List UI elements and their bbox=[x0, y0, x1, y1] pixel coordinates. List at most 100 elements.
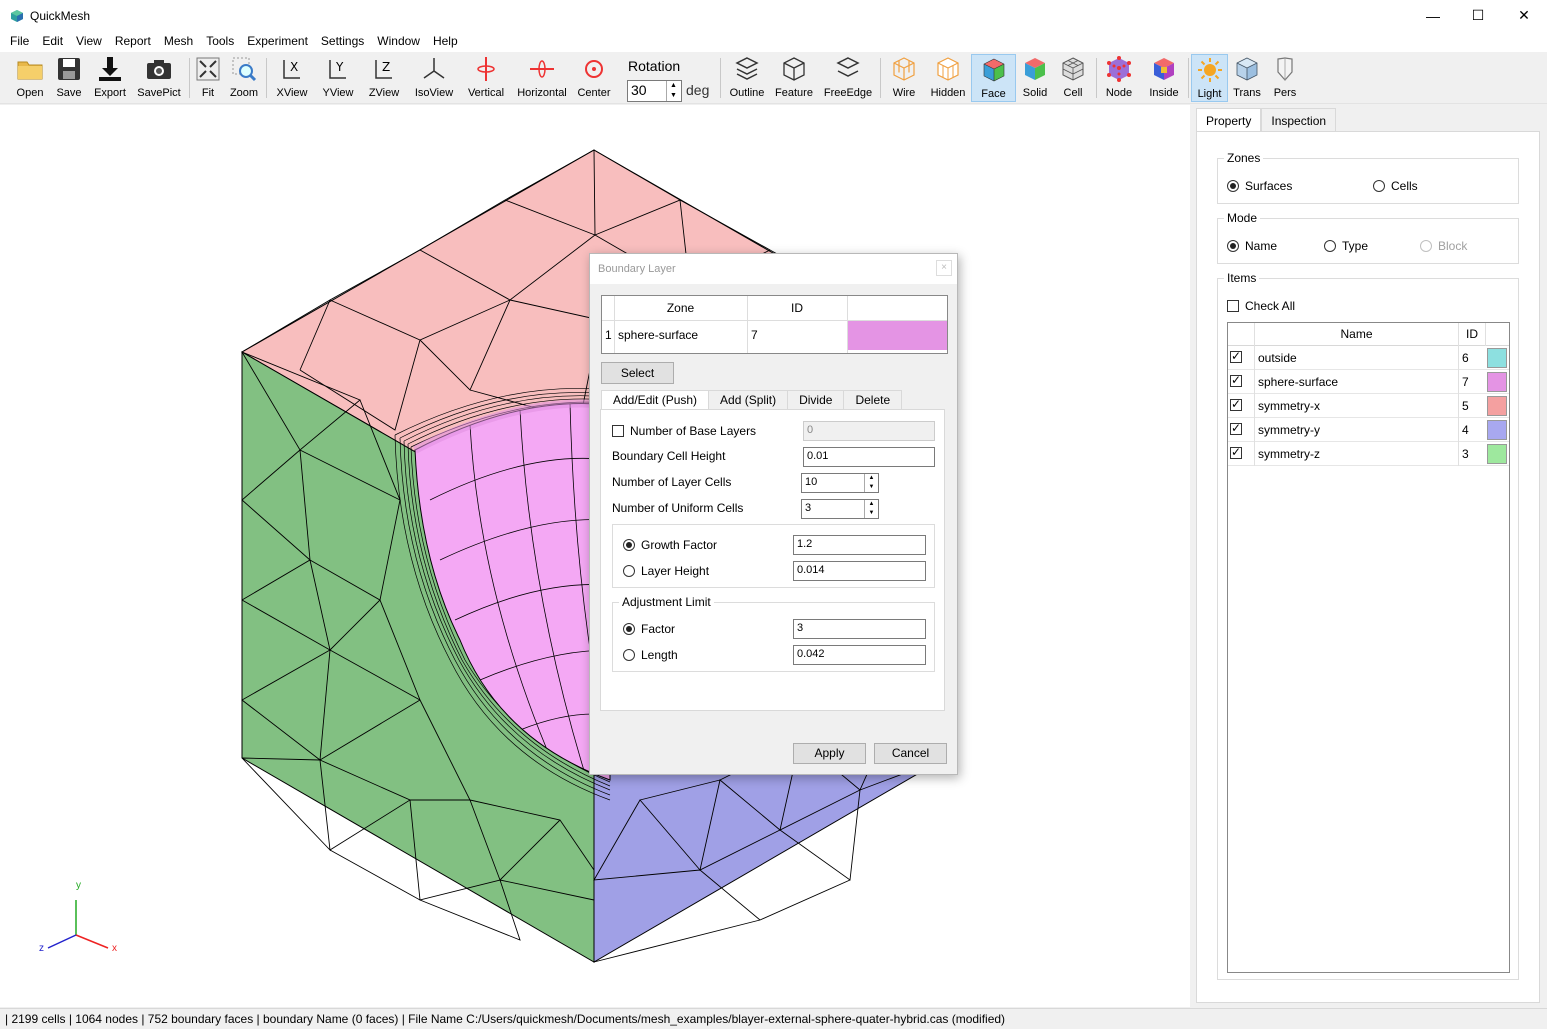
factor-input[interactable]: 3 bbox=[793, 619, 926, 639]
col-id-header[interactable]: ID bbox=[1459, 323, 1486, 346]
color-swatch[interactable] bbox=[1487, 372, 1507, 392]
color-swatch[interactable] bbox=[1487, 444, 1507, 464]
layer-height-radio[interactable]: Layer Height bbox=[623, 564, 709, 578]
zone-color-swatch[interactable] bbox=[848, 321, 947, 350]
inside-button[interactable]: Inside bbox=[1145, 54, 1183, 102]
name-radio[interactable]: Name bbox=[1227, 239, 1277, 253]
row-checkbox[interactable] bbox=[1230, 421, 1242, 435]
zone-name-cell[interactable]: sphere-surface bbox=[618, 320, 698, 350]
check-all-checkbox[interactable]: Check All bbox=[1227, 299, 1295, 313]
feature-button[interactable]: Feature bbox=[773, 54, 815, 102]
trans-button[interactable]: Trans bbox=[1230, 54, 1264, 102]
type-radio[interactable]: Type bbox=[1324, 239, 1368, 253]
hidden-button[interactable]: Hidden bbox=[928, 54, 968, 102]
row-checkbox[interactable] bbox=[1230, 373, 1242, 387]
menu-view[interactable]: View bbox=[69, 31, 108, 52]
menu-experiment[interactable]: Experiment bbox=[240, 31, 314, 52]
cell-button[interactable]: Cell bbox=[1057, 54, 1089, 102]
growth-factor-radio[interactable]: Growth Factor bbox=[623, 538, 717, 552]
maximize-button[interactable]: ☐ bbox=[1455, 0, 1501, 31]
row-checkbox[interactable] bbox=[1230, 397, 1242, 411]
open-button[interactable]: Open bbox=[13, 54, 47, 102]
col-id-header[interactable]: ID bbox=[747, 296, 847, 320]
cell-height-input[interactable]: 0.01 bbox=[803, 447, 935, 467]
tab-delete[interactable]: Delete bbox=[843, 390, 903, 410]
tab-inspection[interactable]: Inspection bbox=[1261, 108, 1337, 132]
solid-button[interactable]: Solid bbox=[1018, 54, 1052, 102]
color-swatch[interactable] bbox=[1487, 420, 1507, 440]
base-layers-checkbox[interactable]: Number of Base Layers bbox=[612, 424, 756, 438]
wire-button[interactable]: Wire bbox=[886, 54, 922, 102]
tab-property[interactable]: Property bbox=[1196, 108, 1262, 132]
mode-group: Mode Name Type Block bbox=[1217, 211, 1519, 264]
close-button[interactable]: ✕ bbox=[1501, 0, 1547, 31]
layer-height-input[interactable]: 0.014 bbox=[793, 561, 926, 581]
center-button[interactable]: Center bbox=[575, 54, 613, 102]
layer-cells-spinner[interactable]: ▲ ▼ bbox=[864, 474, 878, 492]
solid-cube-icon bbox=[1025, 58, 1045, 80]
tab-add-split[interactable]: Add (Split) bbox=[708, 390, 789, 410]
status-bar: | 2199 cells | 1064 nodes | 752 boundary… bbox=[0, 1008, 1547, 1029]
face-button[interactable]: Face bbox=[971, 54, 1016, 102]
table-row[interactable]: sphere-surface 7 bbox=[1228, 370, 1509, 394]
tab-add-edit-push[interactable]: Add/Edit (Push) bbox=[601, 390, 710, 410]
length-input[interactable]: 0.042 bbox=[793, 645, 926, 665]
node-button[interactable]: Node bbox=[1101, 54, 1137, 102]
dialog-close-icon[interactable]: × bbox=[936, 260, 952, 276]
adjustment-limit-group: Adjustment Limit Factor 3 Length 0.042 bbox=[612, 595, 935, 672]
menu-help[interactable]: Help bbox=[426, 31, 464, 52]
uniform-cells-spinner[interactable]: ▲ ▼ bbox=[864, 500, 878, 518]
horizontal-rotate-button[interactable]: Horizontal bbox=[514, 54, 570, 102]
outline-button[interactable]: Outline bbox=[727, 54, 767, 102]
growth-factor-input[interactable]: 1.2 bbox=[793, 535, 926, 555]
dialog-title: Boundary Layer bbox=[598, 263, 676, 275]
yview-button[interactable]: Y YView bbox=[319, 54, 357, 102]
table-row[interactable]: symmetry-z 3 bbox=[1228, 442, 1509, 466]
menu-window[interactable]: Window bbox=[370, 31, 426, 52]
zoom-button[interactable]: Zoom bbox=[228, 54, 260, 102]
factor-radio[interactable]: Factor bbox=[623, 622, 675, 636]
row-checkbox[interactable] bbox=[1230, 445, 1242, 459]
col-name-header[interactable]: Name bbox=[1255, 323, 1459, 346]
menu-tools[interactable]: Tools bbox=[199, 31, 240, 52]
light-button[interactable]: Light bbox=[1191, 54, 1228, 102]
minimize-button[interactable]: — bbox=[1410, 0, 1456, 31]
col-zone-header[interactable]: Zone bbox=[614, 296, 747, 320]
axis-x-label: x bbox=[112, 943, 117, 954]
xview-button[interactable]: X XView bbox=[273, 54, 311, 102]
vertical-rotate-button[interactable]: Vertical bbox=[464, 54, 508, 102]
table-row[interactable]: outside 6 bbox=[1228, 346, 1509, 370]
save-button[interactable]: Save bbox=[52, 54, 86, 102]
tab-divide[interactable]: Divide bbox=[787, 390, 845, 410]
feature-cube-icon bbox=[783, 57, 805, 81]
table-row[interactable]: symmetry-y 4 bbox=[1228, 418, 1509, 442]
wireframe-cube-icon bbox=[893, 57, 915, 81]
menu-report[interactable]: Report bbox=[108, 31, 157, 52]
export-button[interactable]: Export bbox=[91, 54, 129, 102]
row-index: 1 bbox=[605, 328, 612, 342]
menu-edit[interactable]: Edit bbox=[35, 31, 69, 52]
color-swatch[interactable] bbox=[1487, 396, 1507, 416]
cancel-button[interactable]: Cancel bbox=[874, 743, 947, 764]
zview-button[interactable]: Z ZView bbox=[365, 54, 403, 102]
color-swatch[interactable] bbox=[1487, 348, 1507, 368]
zones-group: Zones Surfaces Cells bbox=[1217, 151, 1519, 204]
fit-button[interactable]: Fit bbox=[194, 54, 222, 102]
menu-mesh[interactable]: Mesh bbox=[157, 31, 199, 52]
apply-button[interactable]: Apply bbox=[793, 743, 866, 764]
zone-id-cell[interactable]: 7 bbox=[751, 320, 758, 350]
isoview-button[interactable]: IsoView bbox=[411, 54, 457, 102]
pers-button[interactable]: Pers bbox=[1268, 54, 1302, 102]
surfaces-radio[interactable]: Surfaces bbox=[1227, 179, 1292, 193]
table-row[interactable]: symmetry-x 5 bbox=[1228, 394, 1509, 418]
freeedge-button[interactable]: FreeEdge bbox=[822, 54, 874, 102]
length-radio[interactable]: Length bbox=[623, 648, 678, 662]
select-button[interactable]: Select bbox=[601, 362, 674, 384]
cells-radio[interactable]: Cells bbox=[1373, 179, 1418, 193]
rotation-spinner[interactable]: ▲ ▼ bbox=[666, 81, 680, 101]
menu-settings[interactable]: Settings bbox=[314, 31, 370, 52]
row-checkbox[interactable] bbox=[1230, 349, 1242, 363]
savepict-button[interactable]: SavePict bbox=[135, 54, 183, 102]
menu-file[interactable]: File bbox=[3, 31, 35, 52]
dialog-title-bar[interactable]: Boundary Layer × bbox=[590, 254, 957, 284]
